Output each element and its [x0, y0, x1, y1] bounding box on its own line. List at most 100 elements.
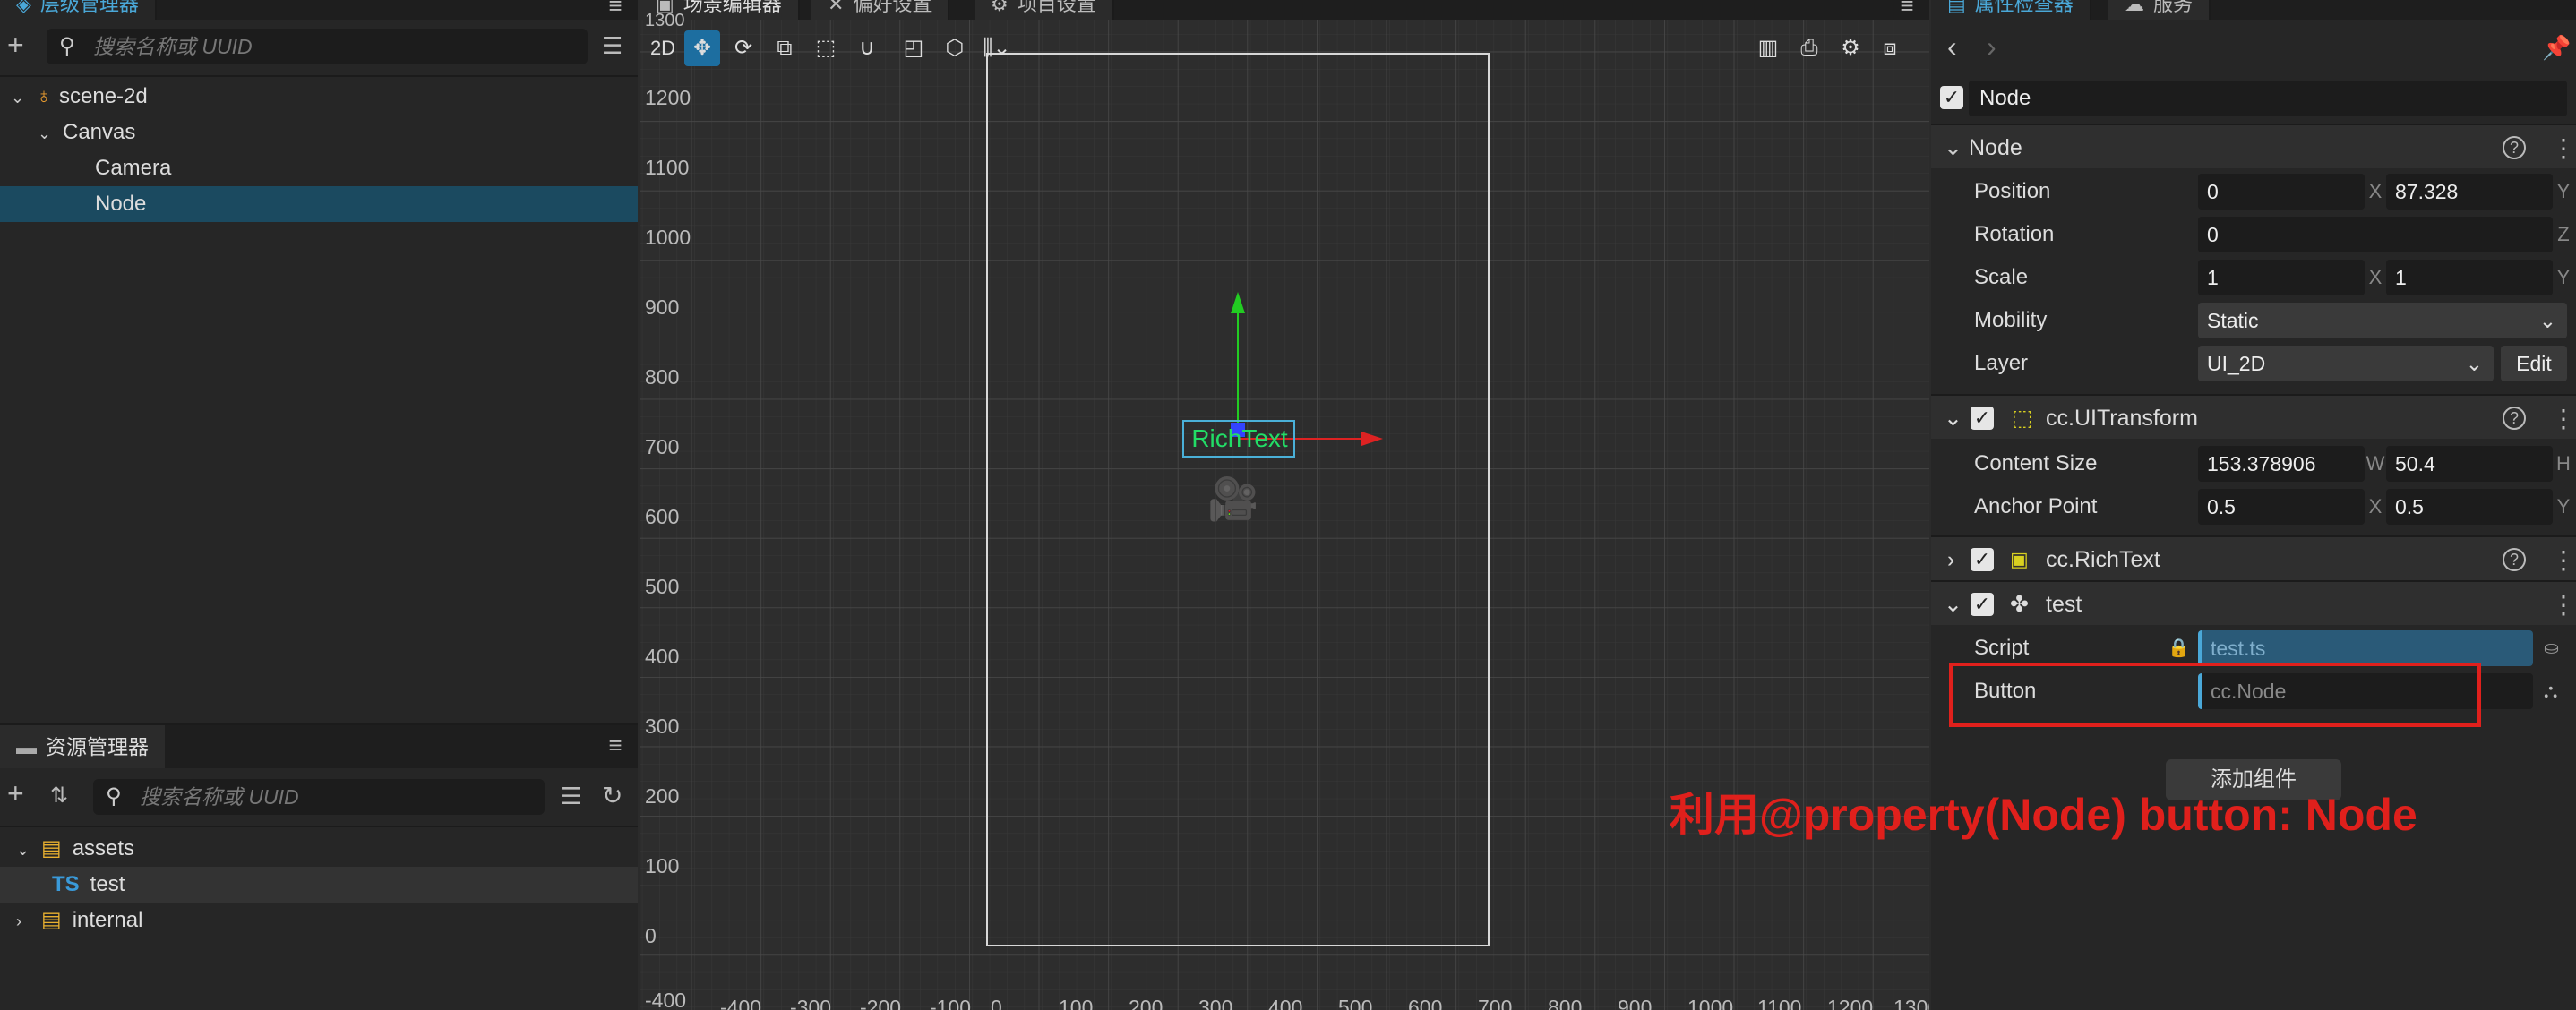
- filter-icon[interactable]: ☰: [561, 783, 581, 810]
- snap-icon[interactable]: ⫼⌄: [976, 30, 1018, 66]
- asset-item-internal[interactable]: › ▤ internal: [0, 903, 638, 938]
- x-axis-label: 800: [1548, 996, 1583, 1010]
- tab-preferences[interactable]: ✕ 偏好设置: [811, 0, 950, 20]
- tab-assets[interactable]: ▬ 资源管理器: [0, 725, 165, 768]
- more-icon[interactable]: ⋮: [2551, 593, 2576, 618]
- chevron-down-icon[interactable]: ⌄: [1944, 582, 1962, 627]
- hierarchy-menu-icon[interactable]: ≡: [602, 0, 629, 17]
- view-icon[interactable]: ⧈: [1872, 30, 1908, 66]
- tree-item-canvas[interactable]: ⌄ Canvas: [0, 115, 638, 150]
- more-icon[interactable]: ⋮: [2551, 136, 2576, 161]
- locate-asset-icon[interactable]: ⛀: [2544, 627, 2559, 670]
- x-axis-label: -400: [720, 996, 762, 1010]
- db-icon: ▤: [41, 908, 62, 932]
- transform-tool-icon[interactable]: ∪: [849, 30, 885, 66]
- y-axis-label: 800: [645, 365, 680, 389]
- chevron-down-icon[interactable]: ⌄: [16, 832, 34, 868]
- assets-panel: ▬ 资源管理器 ≡ + ⇅ ⚲ 搜索名称或 UUID ☰ ↻ ⌄ ▤ assets TS…: [0, 723, 638, 1010]
- tab-hierarchy[interactable]: ◈ 层级管理器: [0, 0, 157, 20]
- hierarchy-search-input[interactable]: ⚲ 搜索名称或 UUID: [47, 29, 588, 64]
- tree-item-node[interactable]: Node: [0, 186, 638, 222]
- scale-tool-icon[interactable]: ⧉: [767, 30, 803, 66]
- asset-item-test[interactable]: TS test: [0, 867, 638, 903]
- refresh-icon[interactable]: ↻: [602, 781, 623, 810]
- mobility-select[interactable]: Static ⌄: [2198, 303, 2567, 338]
- rotation-z-input[interactable]: 0: [2198, 217, 2553, 252]
- pin-icon[interactable]: 📌: [2542, 34, 2571, 62]
- anchor-x-input[interactable]: 0.5: [2198, 489, 2365, 525]
- richtext-gizmo-label[interactable]: RichText: [1184, 421, 1295, 457]
- add-node-icon[interactable]: +: [7, 29, 24, 62]
- node-section-header[interactable]: ⌄ Node ? ⋮: [1931, 124, 2576, 168]
- scene-menu-icon[interactable]: ≡: [1893, 0, 1920, 17]
- scale-x-input[interactable]: 1: [2198, 260, 2365, 295]
- scene-settings-icon[interactable]: ⚙: [1833, 30, 1868, 66]
- anchor-y-input[interactable]: 0.5: [2386, 489, 2553, 525]
- node-active-checkbox[interactable]: ✓: [1940, 86, 1963, 109]
- position-x-input[interactable]: 0: [2198, 174, 2365, 210]
- move-tool-icon[interactable]: ✥: [684, 30, 720, 66]
- y-axis-label: 900: [645, 295, 680, 319]
- chevron-down-icon[interactable]: ⌄: [1944, 125, 1962, 170]
- hierarchy-tabbar: ◈ 层级管理器 ≡: [0, 0, 638, 20]
- help-icon[interactable]: ?: [2503, 136, 2526, 159]
- uitransform-enabled-checkbox[interactable]: ✓: [1971, 407, 1994, 430]
- scale-y-input[interactable]: 1: [2386, 260, 2553, 295]
- x-axis-label: 1100: [1757, 996, 1802, 1010]
- layer-select[interactable]: UI_2D ⌄: [2198, 346, 2494, 381]
- inspector-tabbar: ▤ 属性检查器 ☁ 服务: [1931, 0, 2576, 20]
- chevron-down-icon[interactable]: ⌄: [38, 116, 56, 151]
- add-asset-icon[interactable]: +: [7, 777, 24, 810]
- camera-icon[interactable]: 🎥: [1207, 475, 1258, 524]
- mode-2d-toggle[interactable]: 2D: [647, 30, 679, 66]
- richtext-enabled-checkbox[interactable]: ✓: [1971, 548, 1994, 571]
- help-icon[interactable]: ?: [2503, 407, 2526, 430]
- tab-inspector[interactable]: ▤ 属性检查器: [1931, 0, 2091, 20]
- x-axis-label: 700: [1478, 996, 1513, 1010]
- y-axis-label: 200: [645, 784, 680, 808]
- layer-edit-button[interactable]: Edit: [2501, 346, 2567, 381]
- richtext-section-header[interactable]: › ✓ ▣ cc.RichText ? ⋮: [1931, 535, 2576, 580]
- node-name-field[interactable]: Node: [1969, 81, 2567, 116]
- tab-services[interactable]: ☁ 服务: [2108, 0, 2211, 20]
- gizmo-toggle-icon[interactable]: ▥: [1750, 30, 1786, 66]
- rotate-tool-icon[interactable]: ⟳: [726, 30, 761, 66]
- content-height-input[interactable]: 50.4: [2386, 446, 2553, 482]
- script-asset-field[interactable]: test.ts: [2198, 630, 2533, 666]
- test-section-header[interactable]: ⌄ ✓ ✤ test ⋮: [1931, 580, 2576, 625]
- tools-icon: ✕: [828, 0, 845, 15]
- forward-icon[interactable]: ›: [1987, 30, 1996, 64]
- more-icon[interactable]: ⋮: [2551, 407, 2576, 432]
- test-enabled-checkbox[interactable]: ✓: [1971, 593, 1994, 616]
- back-icon[interactable]: ‹: [1947, 30, 1957, 64]
- highlight-box: [1949, 663, 2481, 727]
- chevron-right-icon[interactable]: ›: [1947, 537, 1954, 582]
- more-icon[interactable]: ⋮: [2551, 548, 2576, 573]
- chevron-down-icon[interactable]: ⌄: [1944, 396, 1962, 441]
- asset-item-assets[interactable]: ⌄ ▤ assets: [0, 831, 638, 867]
- sort-order-icon[interactable]: ⇅: [50, 783, 68, 809]
- position-y-input[interactable]: 87.328: [2386, 174, 2553, 210]
- assets-search-input[interactable]: ⚲ 搜索名称或 UUID: [93, 779, 545, 815]
- x-axis-label: -300: [790, 996, 832, 1010]
- tab-project-settings[interactable]: ⚙ 项目设置: [975, 0, 1114, 20]
- sort-icon[interactable]: ☰: [602, 32, 623, 60]
- pivot-icon[interactable]: ◰: [896, 30, 932, 66]
- chevron-down-icon[interactable]: ⌄: [11, 80, 29, 116]
- content-width-input[interactable]: 153.378906: [2198, 446, 2365, 482]
- tree-item-camera[interactable]: Camera: [0, 150, 638, 186]
- chevron-right-icon[interactable]: ›: [16, 903, 34, 939]
- node-picker-icon[interactable]: ⛬: [2544, 670, 2557, 713]
- gear-icon: ⚙: [991, 0, 1009, 15]
- y-axis-label: 1300: [645, 11, 685, 30]
- inspector-icon: ▤: [1947, 0, 1966, 15]
- camera-toggle-icon[interactable]: ⎙: [1791, 30, 1827, 66]
- tree-item-scene[interactable]: ⌄ ♁ scene-2d: [0, 79, 638, 115]
- help-icon[interactable]: ?: [2503, 548, 2526, 571]
- assets-menu-icon[interactable]: ≡: [602, 733, 629, 757]
- uitransform-section-header[interactable]: ⌄ ✓ ⬚ cc.UITransform ? ⋮: [1931, 394, 2576, 439]
- search-icon: ⚲: [106, 784, 122, 809]
- y-axis-label: 500: [645, 575, 680, 598]
- rect-tool-icon[interactable]: ⬚: [808, 30, 844, 66]
- local-space-icon[interactable]: ⬡: [937, 30, 973, 66]
